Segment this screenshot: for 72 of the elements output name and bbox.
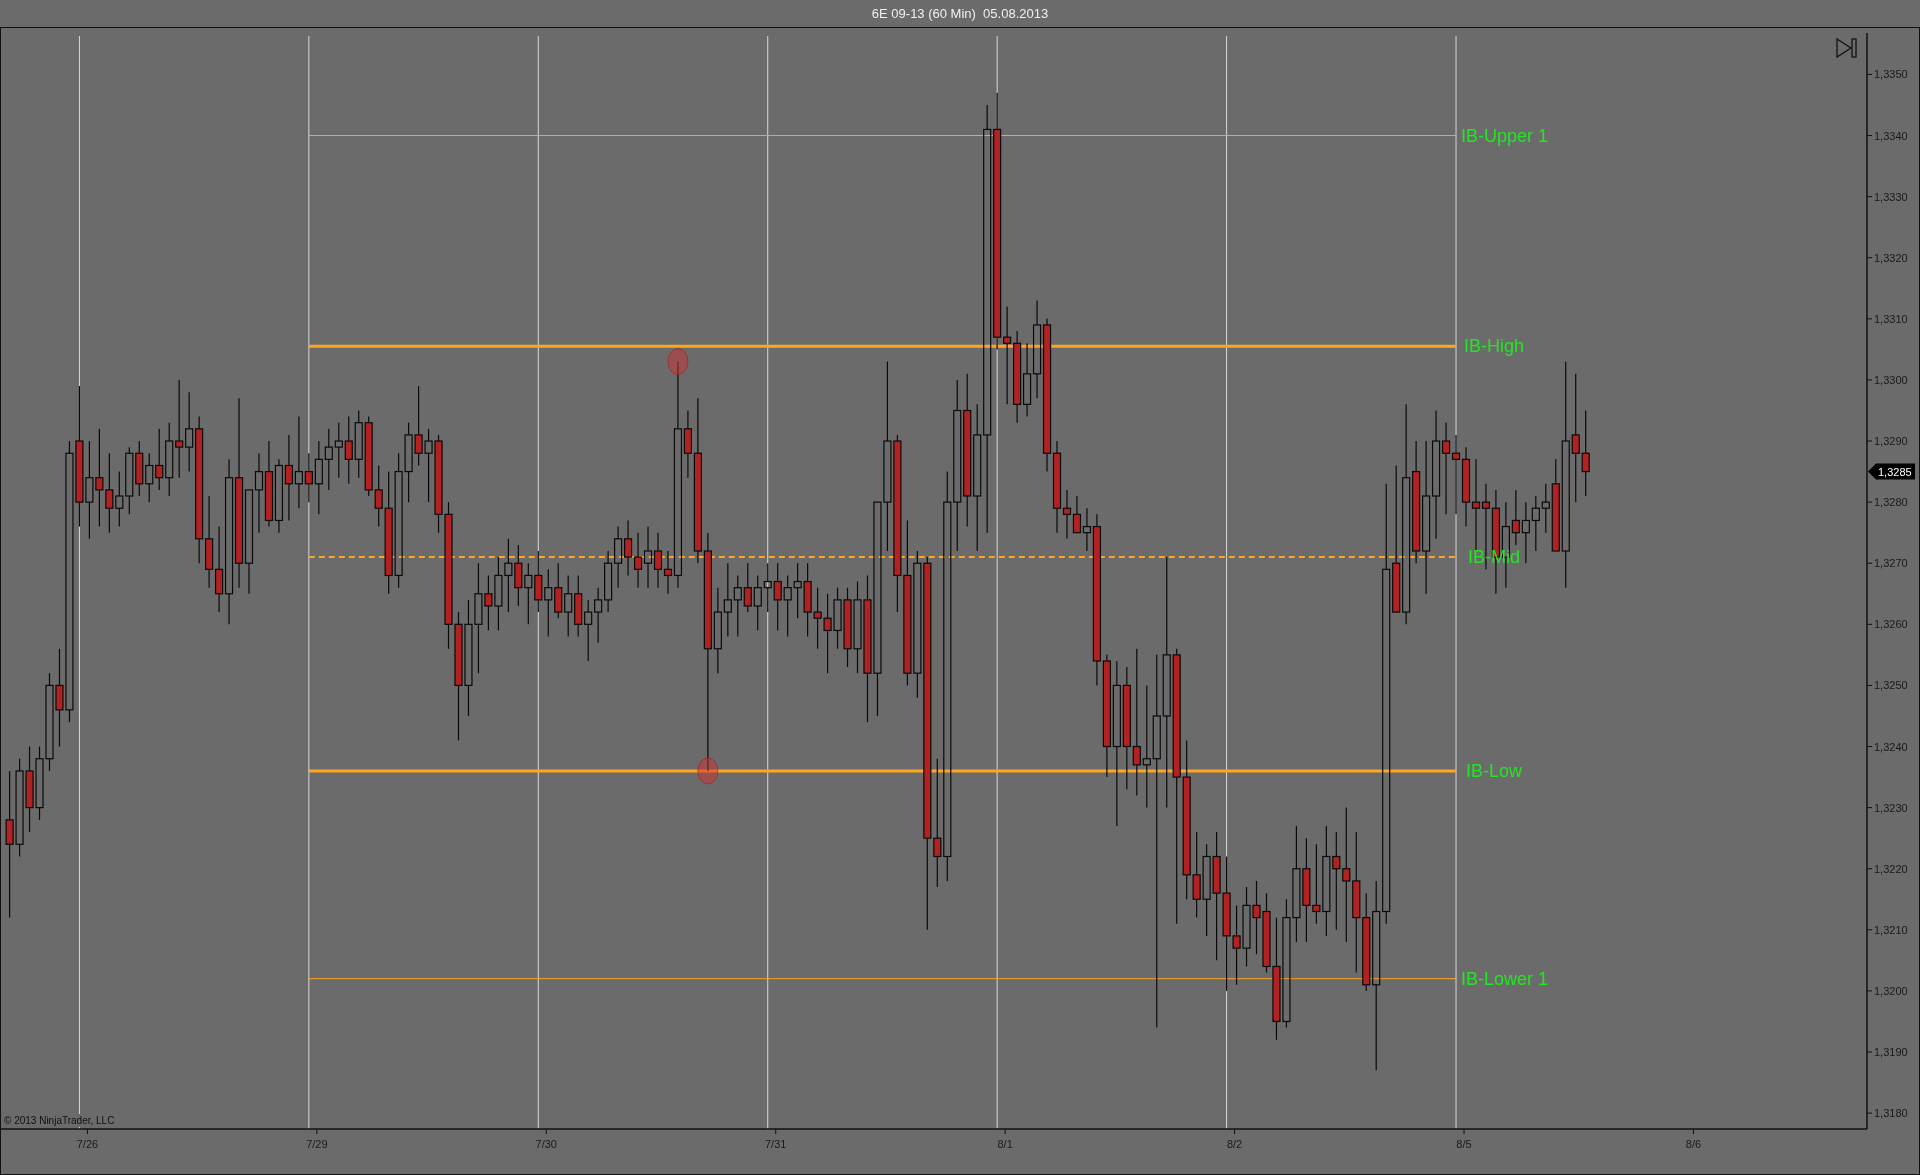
level-label: IB-Lower 1 — [1461, 968, 1549, 989]
candlestick — [584, 599, 593, 662]
candlestick — [833, 587, 842, 650]
axis-label: 1,3280 — [1874, 496, 1908, 509]
candlestick — [643, 525, 653, 589]
candlestick — [773, 562, 782, 632]
last-price-tag: 1,3285 — [1868, 463, 1915, 480]
axis-label: 7/31 — [765, 1138, 787, 1150]
candlestick — [354, 409, 363, 479]
highlight-marker — [697, 757, 719, 785]
axis-label: 1,3340 — [1874, 129, 1908, 142]
candlestick — [125, 446, 134, 515]
axis-label: 1,3200 — [1874, 984, 1908, 997]
level-label: IB-Low — [1466, 760, 1523, 781]
candlestick — [653, 532, 663, 589]
axis-label: 7/30 — [535, 1138, 557, 1150]
candlestick — [783, 574, 792, 638]
candlestick — [145, 452, 154, 503]
candlestick — [324, 428, 333, 491]
candlestick — [554, 562, 563, 619]
skip-to-end-icon[interactable] — [1836, 37, 1857, 59]
candlestick — [1521, 501, 1530, 564]
candlestick — [623, 519, 633, 577]
copyright-text: © 2013 NinjaTrader, LLC — [4, 1115, 115, 1126]
window-title: 6E 09-13 (60 Min) 05.08.2013 — [871, 6, 1049, 21]
axis-label: 1,3240 — [1874, 740, 1908, 753]
axis-label: 8/5 — [1456, 1138, 1472, 1150]
candlestick — [135, 440, 144, 497]
candlestick — [544, 568, 553, 638]
axis-label: 1,3350 — [1874, 68, 1908, 81]
candlestick — [115, 470, 124, 528]
axis-label: 1,3180 — [1874, 1107, 1908, 1120]
axis-label: 8/1 — [997, 1138, 1013, 1150]
highlight-marker — [667, 348, 689, 376]
candlestick — [524, 562, 533, 625]
axis-label: 8/2 — [1226, 1138, 1243, 1150]
axis-label: 1,3220 — [1874, 862, 1908, 875]
axis-label: 1,3310 — [1874, 312, 1908, 325]
level-label: IB-High — [1464, 336, 1525, 357]
axis-label: 1,3290 — [1874, 435, 1908, 448]
axis-label: 7/26 — [76, 1138, 99, 1150]
candlestick — [594, 587, 603, 644]
candlestick — [564, 574, 573, 638]
candlestick — [733, 574, 742, 638]
candlestick — [1531, 495, 1540, 552]
axis-label: 1,3270 — [1874, 557, 1908, 570]
axis-label: 1,3300 — [1874, 373, 1908, 386]
axis-label: 1,3250 — [1874, 679, 1908, 692]
candlestick — [604, 550, 613, 613]
candlestick — [344, 416, 353, 485]
level-label: IB-Upper 1 — [1461, 125, 1549, 146]
candlestick — [614, 525, 623, 589]
candlestick — [155, 428, 164, 491]
candlestick — [743, 562, 752, 613]
candlestick — [813, 587, 822, 650]
candlestick — [753, 574, 762, 632]
candlestick — [534, 550, 543, 613]
axis-label: 1,3260 — [1874, 618, 1908, 631]
candlestick — [633, 532, 643, 589]
axis-label: 1,3320 — [1874, 251, 1908, 264]
candlestick — [793, 562, 802, 619]
candlestick — [574, 574, 583, 638]
axis-label: 1,3190 — [1874, 1046, 1908, 1058]
axis-label: 8/6 — [1685, 1138, 1702, 1150]
axis-label: 7/29 — [306, 1138, 328, 1150]
candlestick — [1072, 495, 1082, 534]
axis-label: 1,3230 — [1874, 801, 1908, 814]
axis-label: 1,3210 — [1874, 923, 1908, 936]
candlestick — [334, 422, 343, 479]
candlestick — [763, 562, 772, 613]
axis-label: 1,3330 — [1874, 190, 1908, 203]
candlestick — [514, 544, 523, 607]
